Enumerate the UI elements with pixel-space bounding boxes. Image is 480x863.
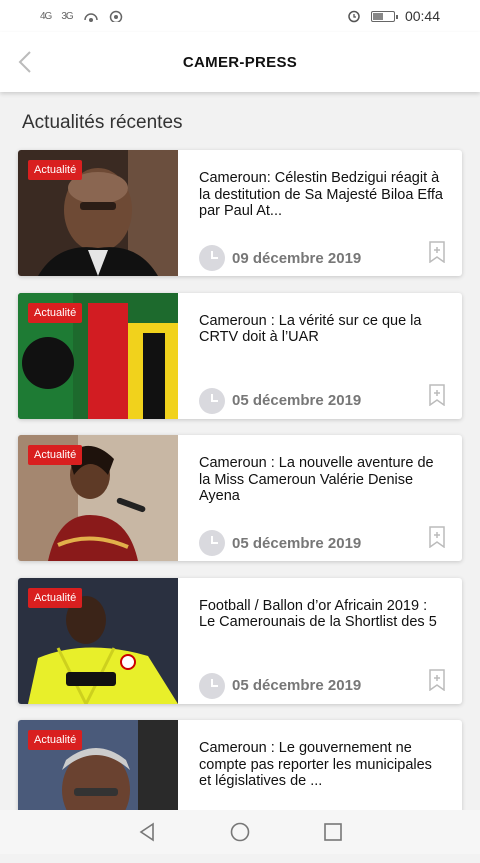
article-card[interactable]: Actualité Football / Ballon d’or Africai… bbox=[18, 578, 462, 704]
article-date-row: 05 décembre 2019 bbox=[199, 673, 361, 699]
category-badge: Actualité bbox=[28, 588, 82, 608]
alarm-icon bbox=[347, 9, 361, 23]
category-badge: Actualité bbox=[28, 160, 82, 180]
article-date: 09 décembre 2019 bbox=[232, 250, 361, 267]
category-badge: Actualité bbox=[28, 303, 82, 323]
article-date: 05 décembre 2019 bbox=[232, 535, 361, 552]
clock-time: 00:44 bbox=[405, 8, 440, 24]
clock-icon bbox=[199, 530, 225, 556]
status-bar: 4G 3G 00:44 bbox=[0, 0, 480, 32]
app-title: CAMER-PRESS bbox=[183, 54, 297, 71]
article-thumbnail: Actualité bbox=[18, 578, 178, 704]
category-badge: Actualité bbox=[28, 730, 82, 750]
article-date-row: 05 décembre 2019 bbox=[199, 388, 361, 414]
bookmark-add-icon[interactable] bbox=[428, 384, 446, 406]
hotspot-icon bbox=[83, 10, 99, 22]
chevron-left-icon[interactable] bbox=[14, 48, 38, 76]
article-date: 05 décembre 2019 bbox=[232, 677, 361, 694]
bookmark-add-icon[interactable] bbox=[428, 669, 446, 691]
article-title: Cameroun: Célestin Bedzigui réagit à la … bbox=[199, 170, 444, 220]
article-title: Football / Ballon d’or Africain 2019 : L… bbox=[199, 598, 444, 631]
article-thumbnail: Actualité bbox=[18, 150, 178, 276]
bookmark-add-icon[interactable] bbox=[428, 526, 446, 548]
section-title: Actualités récentes bbox=[22, 112, 183, 134]
triangle-back-icon[interactable] bbox=[136, 821, 158, 843]
article-card[interactable]: Actualité Cameroun : La nouvelle aventur… bbox=[18, 435, 462, 561]
article-title: Cameroun : La nouvelle aventure de la Mi… bbox=[199, 455, 444, 505]
bookmark-add-icon[interactable] bbox=[428, 241, 446, 263]
article-card[interactable]: Actualité Cameroun : La vérité sur ce qu… bbox=[18, 293, 462, 419]
article-thumbnail: Actualité bbox=[18, 435, 178, 561]
article-list: Actualité Cameroun: Célestin Bedzigui ré… bbox=[18, 150, 462, 863]
article-date-row: 09 décembre 2019 bbox=[199, 245, 361, 271]
wifi-icon bbox=[109, 10, 123, 22]
clock-icon bbox=[199, 673, 225, 699]
article-title: Cameroun : La vérité sur ce que la CRTV … bbox=[199, 313, 444, 346]
category-badge: Actualité bbox=[28, 445, 82, 465]
app-bar: CAMER-PRESS bbox=[0, 32, 480, 92]
system-nav-bar bbox=[0, 810, 480, 854]
signal-3g-icon: 3G bbox=[61, 11, 72, 22]
article-title: Cameroun : Le gouvernement ne compte pas… bbox=[199, 740, 444, 790]
article-date: 05 décembre 2019 bbox=[232, 392, 361, 409]
article-date-row: 05 décembre 2019 bbox=[199, 530, 361, 556]
article-thumbnail: Actualité bbox=[18, 293, 178, 419]
battery-icon bbox=[371, 11, 395, 22]
circle-home-icon[interactable] bbox=[229, 821, 251, 843]
article-card[interactable]: Actualité Cameroun: Célestin Bedzigui ré… bbox=[18, 150, 462, 276]
square-recent-icon[interactable] bbox=[322, 821, 344, 843]
clock-icon bbox=[199, 245, 225, 271]
signal-4g-icon: 4G bbox=[40, 11, 51, 22]
clock-icon bbox=[199, 388, 225, 414]
